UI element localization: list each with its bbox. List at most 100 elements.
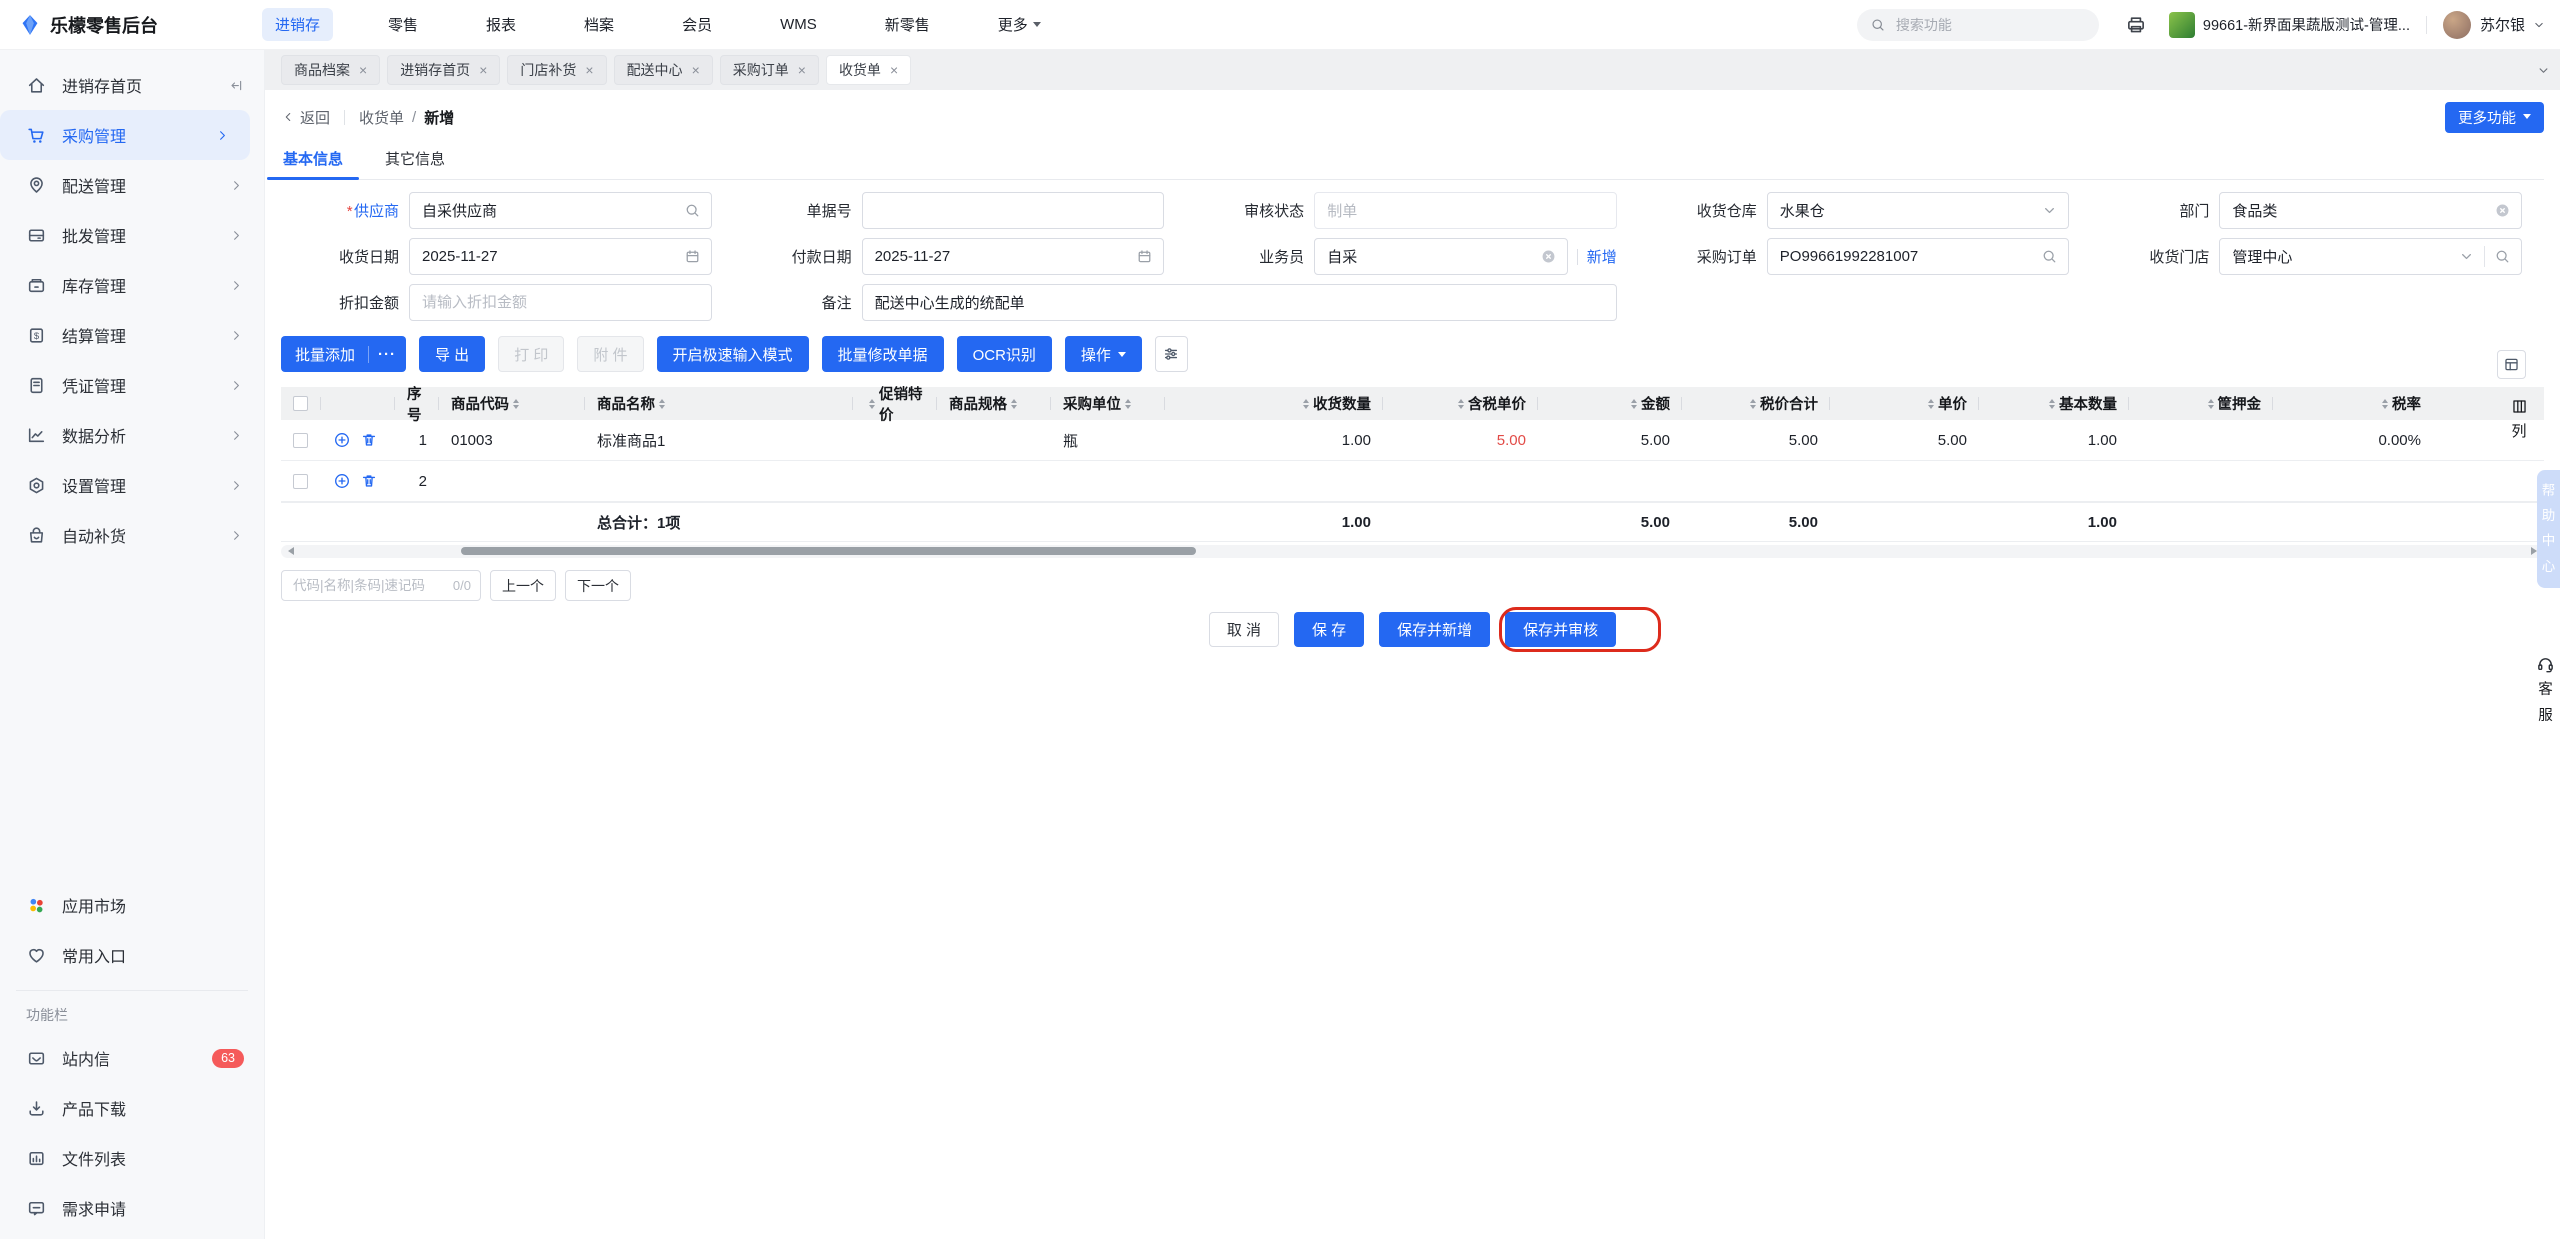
sort-icon[interactable] bbox=[659, 396, 665, 412]
top-menu-item-7[interactable]: 更多 bbox=[985, 8, 1054, 41]
close-tab-icon[interactable]: × bbox=[359, 62, 367, 78]
export-button[interactable]: 导 出 bbox=[419, 336, 486, 372]
tab-list-chevron-icon[interactable] bbox=[2536, 63, 2551, 78]
top-menu-item-6[interactable]: 新零售 bbox=[872, 8, 943, 41]
sidebar-tool-0[interactable]: 站内信 63 bbox=[0, 1033, 264, 1083]
top-menu-item-2[interactable]: 报表 bbox=[473, 8, 529, 41]
row-checkbox[interactable] bbox=[293, 473, 308, 489]
delete-row-icon[interactable] bbox=[360, 472, 378, 490]
sidebar-tool-1[interactable]: 产品下载 bbox=[0, 1083, 264, 1133]
warehouse-select[interactable] bbox=[1766, 192, 2070, 229]
sort-icon[interactable] bbox=[1011, 396, 1017, 412]
sidebar-item-9[interactable]: 自动补货 bbox=[0, 510, 264, 560]
add-salesman-link[interactable]: 新增 bbox=[1587, 246, 1617, 267]
sort-icon[interactable] bbox=[1125, 396, 1131, 412]
customer-service-tab[interactable]: 客服 bbox=[2536, 655, 2555, 727]
speed-input-mode-button[interactable]: 开启极速输入模式 bbox=[656, 336, 809, 372]
sort-icon[interactable] bbox=[2049, 396, 2055, 412]
sort-icon[interactable] bbox=[1750, 396, 1756, 412]
sidebar-tool-3[interactable]: 需求申请 bbox=[0, 1183, 264, 1233]
purchase-order-input[interactable] bbox=[1777, 247, 2035, 266]
sidebar-item-5[interactable]: $ 结算管理 bbox=[0, 310, 264, 360]
sort-icon[interactable] bbox=[1303, 396, 1309, 412]
sidebar-item-1[interactable]: 采购管理 bbox=[0, 110, 250, 160]
scroll-left-arrow[interactable] bbox=[284, 547, 294, 555]
batch-edit-button[interactable]: 批量修改单据 bbox=[821, 336, 944, 372]
view-toggle-button[interactable] bbox=[2497, 350, 2526, 379]
sidebar-tool-2[interactable]: 文件列表 bbox=[0, 1133, 264, 1183]
sort-icon[interactable] bbox=[2382, 396, 2388, 412]
tab-basic-info[interactable]: 基本信息 bbox=[266, 138, 360, 180]
back-button[interactable]: 返回 bbox=[281, 107, 330, 128]
add-row-icon[interactable] bbox=[333, 472, 351, 490]
delete-row-icon[interactable] bbox=[360, 431, 378, 449]
sort-icon[interactable] bbox=[1631, 396, 1637, 412]
help-center-tab[interactable]: 帮助中心 bbox=[2537, 470, 2560, 588]
close-tab-icon[interactable]: × bbox=[479, 62, 487, 78]
opened-tab-5[interactable]: 收货单 × bbox=[825, 55, 912, 85]
sidebar-item-8[interactable]: 设置管理 bbox=[0, 460, 264, 510]
warehouse-input[interactable] bbox=[1777, 201, 2035, 220]
previous-button[interactable]: 上一个 bbox=[490, 570, 556, 601]
close-tab-icon[interactable]: × bbox=[890, 62, 898, 78]
column-settings-button[interactable]: 列 bbox=[2504, 398, 2534, 441]
global-search[interactable] bbox=[1856, 8, 2099, 41]
receive-date-input[interactable] bbox=[420, 247, 677, 266]
top-menu-item-0[interactable]: 进销存 bbox=[262, 8, 334, 41]
opened-tab-0[interactable]: 商品档案 × bbox=[281, 55, 381, 85]
column-filter-button[interactable] bbox=[1154, 336, 1188, 372]
receive-store-input[interactable] bbox=[2230, 247, 2451, 266]
top-menu-item-1[interactable]: 零售 bbox=[375, 8, 431, 41]
salesman-input[interactable] bbox=[1325, 247, 1533, 266]
opened-tab-1[interactable]: 进销存首页 × bbox=[387, 55, 501, 85]
search-icon[interactable] bbox=[2494, 248, 2511, 265]
collapse-sidebar-icon[interactable] bbox=[229, 78, 244, 93]
add-row-icon[interactable] bbox=[333, 431, 351, 449]
save-and-audit-button[interactable]: 保存并审核 bbox=[1499, 607, 1662, 652]
sidebar-item-3[interactable]: 批发管理 bbox=[0, 210, 264, 260]
sort-icon[interactable] bbox=[513, 396, 519, 412]
batch-add-button[interactable]: 批量添加 ··· bbox=[281, 336, 407, 372]
batch-add-more-button[interactable]: ··· bbox=[368, 345, 405, 363]
close-tab-icon[interactable]: × bbox=[692, 62, 700, 78]
sidebar-item-7[interactable]: 数据分析 bbox=[0, 410, 264, 460]
search-input[interactable] bbox=[1893, 15, 2086, 34]
top-menu-item-5[interactable]: WMS bbox=[767, 10, 830, 39]
search-icon[interactable] bbox=[684, 202, 701, 219]
close-tab-icon[interactable]: × bbox=[585, 62, 593, 78]
receive-store-select[interactable] bbox=[2219, 238, 2522, 275]
clear-icon[interactable] bbox=[1540, 248, 1557, 265]
quick-search-input[interactable] bbox=[291, 577, 447, 594]
opened-tab-3[interactable]: 配送中心 × bbox=[613, 55, 713, 85]
printer-icon[interactable] bbox=[2125, 14, 2147, 36]
batch-add-label[interactable]: 批量添加 bbox=[282, 344, 368, 365]
chevron-down-icon[interactable] bbox=[2532, 18, 2546, 32]
sort-icon[interactable] bbox=[869, 396, 875, 412]
row-checkbox[interactable] bbox=[293, 432, 308, 448]
pay-date-picker[interactable] bbox=[861, 238, 1165, 275]
search-icon[interactable] bbox=[2041, 248, 2058, 265]
horizontal-scrollbar[interactable] bbox=[281, 545, 2544, 558]
sidebar-item-2[interactable]: 配送管理 bbox=[0, 160, 264, 210]
opened-tab-2[interactable]: 门店补货 × bbox=[507, 55, 607, 85]
cancel-button[interactable]: 取 消 bbox=[1208, 612, 1279, 647]
discount-input[interactable] bbox=[420, 293, 701, 312]
operate-dropdown-button[interactable]: 操作 bbox=[1064, 336, 1142, 372]
sort-icon[interactable] bbox=[2207, 396, 2214, 412]
breadcrumb-parent[interactable]: 收货单 bbox=[359, 107, 404, 128]
sidebar-shortcut-1[interactable]: 常用入口 bbox=[0, 930, 264, 980]
tab-other-info[interactable]: 其它信息 bbox=[383, 138, 447, 179]
sidebar-shortcut-0[interactable]: 应用市场 bbox=[0, 880, 264, 930]
ocr-button[interactable]: OCR识别 bbox=[956, 336, 1052, 372]
save-button[interactable]: 保 存 bbox=[1293, 612, 1365, 647]
top-menu-item-3[interactable]: 档案 bbox=[571, 8, 627, 41]
sort-icon[interactable] bbox=[1458, 396, 1464, 412]
scrollbar-thumb[interactable] bbox=[461, 547, 1196, 555]
sidebar-item-6[interactable]: 凭证管理 bbox=[0, 360, 264, 410]
save-and-new-button[interactable]: 保存并新增 bbox=[1379, 612, 1491, 647]
sidebar-item-0[interactable]: 进销存首页 bbox=[0, 60, 264, 110]
opened-tab-4[interactable]: 采购订单 × bbox=[719, 55, 819, 85]
sort-icon[interactable] bbox=[1928, 396, 1934, 412]
store-switcher[interactable]: 99661-新界面果蔬版测试-管理... bbox=[2168, 11, 2410, 38]
top-menu-item-4[interactable]: 会员 bbox=[669, 8, 725, 41]
